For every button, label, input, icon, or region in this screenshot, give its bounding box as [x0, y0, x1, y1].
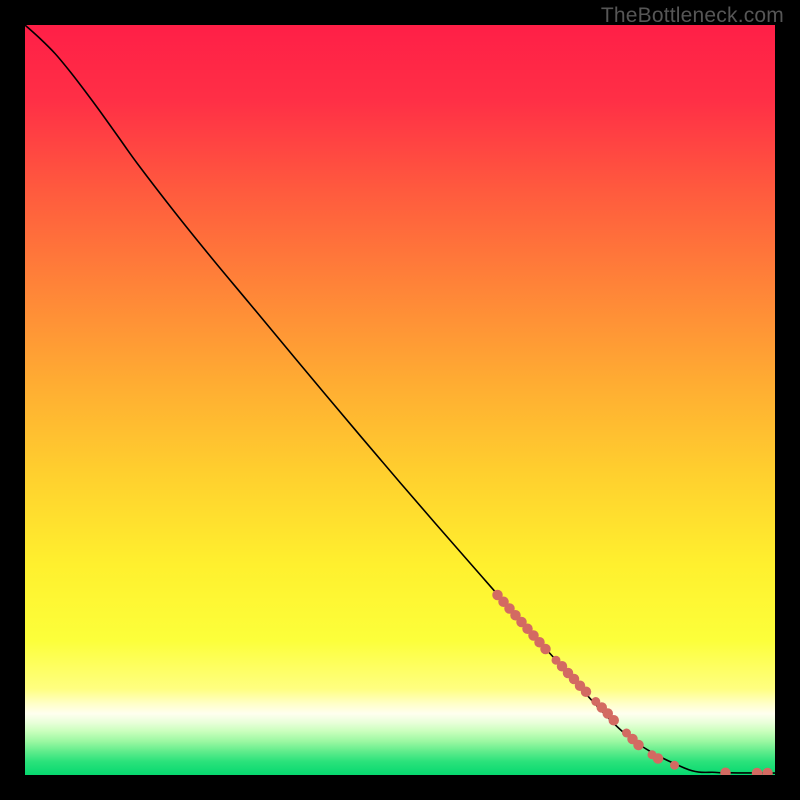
data-marker [762, 768, 773, 775]
data-marker [633, 740, 644, 751]
main-curve [25, 25, 775, 773]
curve-layer [25, 25, 775, 775]
data-marker [720, 768, 731, 776]
data-marker [653, 753, 664, 764]
data-marker [670, 761, 679, 770]
data-marker [752, 768, 763, 775]
data-marker [609, 715, 620, 726]
plot-area [25, 25, 775, 775]
chart-container: TheBottleneck.com [0, 0, 800, 800]
data-marker [581, 687, 592, 698]
data-marker [540, 644, 551, 655]
